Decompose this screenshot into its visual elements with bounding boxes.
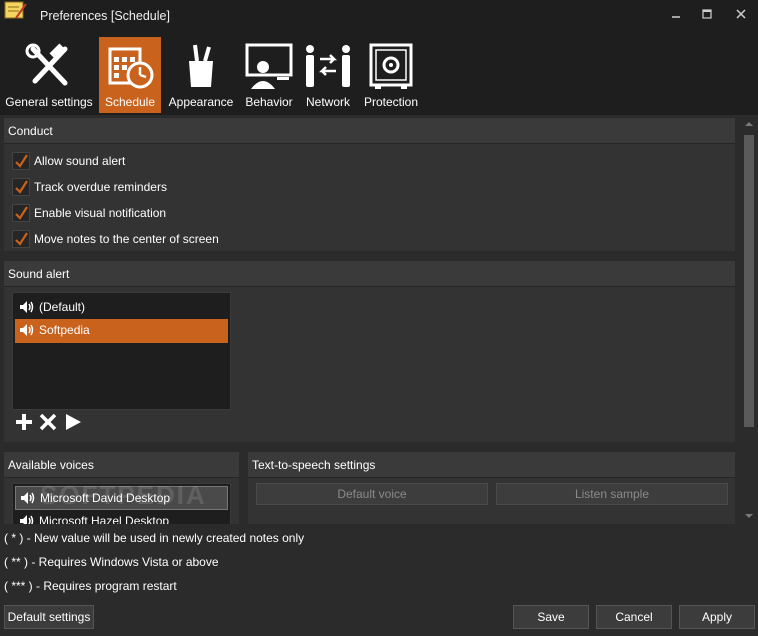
- tab-protection[interactable]: Protection: [360, 37, 422, 113]
- add-icon[interactable]: [14, 412, 34, 432]
- tab-label: General settings: [5, 95, 93, 109]
- conduct-panel: Conduct Allow sound alert Track overdue …: [4, 118, 735, 251]
- close-icon[interactable]: [729, 4, 753, 24]
- list-item-label: Softpedia: [39, 323, 90, 337]
- sound-list[interactable]: (Default) Softpedia: [12, 292, 231, 410]
- panel-title: Available voices: [8, 458, 94, 472]
- tab-label: Appearance: [168, 95, 234, 109]
- option-label: Track overdue reminders: [34, 180, 167, 194]
- panel-header: Conduct: [4, 118, 735, 144]
- tts-settings-panel: Text-to-speech settings Default voice Li…: [248, 452, 735, 524]
- panel-header: Sound alert: [4, 261, 735, 287]
- brushes-icon: [189, 44, 213, 87]
- window-title: Preferences [Schedule]: [40, 9, 170, 23]
- tab-appearance[interactable]: Appearance: [166, 37, 236, 113]
- default-voice-button[interactable]: Default voice: [256, 483, 488, 505]
- cancel-button[interactable]: Cancel: [596, 605, 672, 629]
- checkmark-icon: [15, 154, 28, 168]
- tab-label: Protection: [363, 95, 419, 109]
- note-line: ( ** ) - Requires Windows Vista or above: [4, 555, 219, 569]
- checkbox[interactable]: [12, 230, 30, 248]
- list-item[interactable]: Microsoft Hazel Desktop: [15, 510, 228, 524]
- scroll-thumb[interactable]: [744, 135, 754, 427]
- tab-network[interactable]: Network: [302, 37, 354, 113]
- tab-label: Behavior: [245, 95, 293, 109]
- preferences-toolbar: General settings Schedule Appearance Beh…: [0, 32, 758, 115]
- list-item[interactable]: (Default): [15, 296, 228, 318]
- tools-icon: [25, 43, 68, 86]
- speaker-icon: [21, 492, 35, 504]
- checkbox[interactable]: [12, 152, 30, 170]
- sound-alert-panel: Sound alert (Default) Softpedia: [4, 261, 735, 442]
- watermark: SOFTPEDIA: [40, 480, 207, 510]
- remove-icon[interactable]: [38, 412, 58, 432]
- network-users-icon: [306, 45, 350, 87]
- maximize-icon[interactable]: [695, 4, 719, 24]
- tab-schedule[interactable]: Schedule: [99, 37, 161, 113]
- title-bar: Preferences [Schedule]: [0, 0, 758, 32]
- panel-title: Sound alert: [8, 267, 70, 281]
- minimize-icon[interactable]: [664, 4, 688, 24]
- speaker-icon: [20, 515, 34, 524]
- settings-content: Conduct Allow sound alert Track overdue …: [0, 115, 740, 524]
- sticky-note-icon: [2, 0, 28, 22]
- list-item-label: (Default): [39, 300, 86, 314]
- tab-label: Schedule: [104, 95, 156, 109]
- option-label: Move notes to the center of screen: [34, 232, 219, 246]
- panel-title: Conduct: [8, 124, 53, 138]
- calendar-clock-icon: [108, 47, 154, 89]
- vertical-scrollbar[interactable]: [741, 115, 758, 524]
- scroll-down-icon[interactable]: [744, 511, 754, 521]
- checkmark-icon: [15, 180, 28, 194]
- tab-behavior[interactable]: Behavior: [240, 37, 298, 113]
- checkmark-icon: [15, 232, 28, 246]
- save-button[interactable]: Save: [513, 605, 589, 629]
- panel-header: Text-to-speech settings: [248, 452, 735, 478]
- tab-general-settings[interactable]: General settings: [3, 37, 95, 113]
- listen-sample-button[interactable]: Listen sample: [496, 483, 728, 505]
- safe-icon: [369, 43, 413, 89]
- panel-header: Available voices: [4, 452, 239, 478]
- list-item-selected[interactable]: Softpedia: [15, 319, 228, 343]
- speaker-icon: [20, 324, 34, 336]
- checkbox[interactable]: [12, 178, 30, 196]
- scroll-up-icon[interactable]: [744, 119, 754, 129]
- option-label: Enable visual notification: [34, 206, 167, 220]
- apply-button[interactable]: Apply: [679, 605, 755, 629]
- tab-label: Network: [305, 95, 350, 109]
- speaker-icon: [20, 301, 34, 313]
- note-line: ( * ) - New value will be used in newly …: [4, 531, 305, 545]
- checkmark-icon: [15, 206, 28, 220]
- checkbox[interactable]: [12, 204, 30, 222]
- option-label: Allow sound alert: [34, 154, 126, 168]
- play-icon[interactable]: [63, 412, 83, 432]
- list-item-label: Microsoft Hazel Desktop: [39, 514, 170, 524]
- panel-title: Text-to-speech settings: [252, 458, 376, 472]
- default-settings-button[interactable]: Default settings: [4, 605, 94, 629]
- monitor-user-icon: [245, 43, 293, 89]
- note-line: ( *** ) - Requires program restart: [4, 579, 177, 593]
